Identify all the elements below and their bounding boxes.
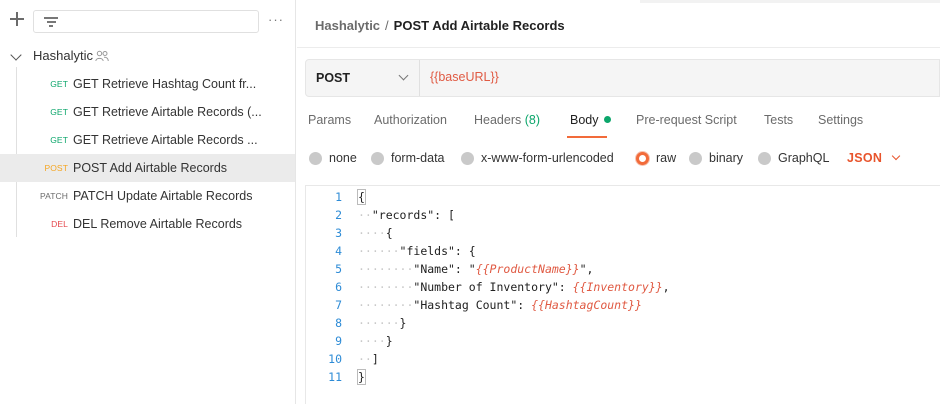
line-number: 7 <box>335 298 342 312</box>
method-badge: GET <box>50 79 68 89</box>
request-name: PATCH Update Airtable Records <box>73 189 253 203</box>
line-number: 6 <box>335 280 342 294</box>
radio-label: binary <box>709 151 744 165</box>
line-number: 1 <box>335 190 342 204</box>
page-title[interactable]: POST Add Airtable Records <box>394 18 565 33</box>
line-number: 2 <box>335 208 342 222</box>
radio-icon[interactable] <box>758 152 771 165</box>
add-icon[interactable] <box>8 10 26 28</box>
breadcrumb: Hashalytic / POST Add Airtable Records <box>315 18 565 33</box>
line-number: 5 <box>335 262 342 276</box>
line-number-gutter: 1 2 3 4 5 6 7 8 9 10 11 <box>306 186 350 404</box>
radio-graphql[interactable]: GraphQL <box>758 151 830 165</box>
more-options-icon[interactable]: ··· <box>268 13 284 26</box>
method-badge: GET <box>50 135 68 145</box>
radio-label: raw <box>656 151 677 165</box>
line-number: 4 <box>335 244 342 258</box>
modified-dot-icon <box>603 116 611 123</box>
team-icon <box>95 50 109 62</box>
tab-headers-label: Headers <box>474 113 522 127</box>
sidebar-request-item[interactable]: GET GET Retrieve Airtable Records ... <box>0 126 295 154</box>
code-editor[interactable]: 1 2 3 4 5 6 7 8 9 10 11 { ··"records": [ ····{ ······… <box>305 185 940 404</box>
code-line[interactable]: } <box>357 369 366 385</box>
radio-label: none <box>329 151 357 165</box>
radio-icon[interactable] <box>461 152 474 165</box>
radio-selected-icon[interactable] <box>636 152 649 165</box>
radio-icon[interactable] <box>689 152 702 165</box>
code-line[interactable]: ····} <box>358 334 393 348</box>
request-name: GET Retrieve Airtable Records (... <box>73 105 262 119</box>
code-line[interactable]: ········"Hashtag Count": {{HashtagCount}… <box>358 298 642 312</box>
tab-strip <box>640 0 940 3</box>
request-tabs: Params Authorization Headers (8) Body Pr… <box>297 113 940 133</box>
body-type-options: none form-data x-www-form-urlencoded raw… <box>297 149 940 169</box>
collection-header[interactable]: Hashalytic <box>0 45 295 67</box>
collection-name: Hashalytic <box>33 48 93 63</box>
tab-headers[interactable]: Headers (8) <box>474 113 540 127</box>
chevron-down-icon[interactable] <box>10 49 22 61</box>
sidebar: ··· Hashalytic GET GET Retrieve Hashtag … <box>0 0 296 404</box>
method-badge: PATCH <box>39 191 68 201</box>
tab-params[interactable]: Params <box>308 113 351 127</box>
method-badge: POST <box>44 163 68 173</box>
method-select[interactable]: POST <box>306 60 420 96</box>
request-name: GET Retrieve Hashtag Count fr... <box>73 77 257 91</box>
request-editor: Hashalytic / POST Add Airtable Records POS… <box>297 0 940 404</box>
code-line[interactable]: ····{ <box>358 226 393 240</box>
sidebar-request-item-active[interactable]: POST POST Add Airtable Records <box>0 154 295 182</box>
radio-none[interactable]: none <box>309 151 357 165</box>
headers-count: (8) <box>524 113 541 127</box>
sidebar-toolbar: ··· <box>0 0 295 40</box>
tab-settings[interactable]: Settings <box>818 113 863 127</box>
tab-body-label: Body <box>570 113 599 127</box>
method-badge: GET <box>50 107 68 117</box>
tab-tests[interactable]: Tests <box>764 113 793 127</box>
code-line[interactable]: ······} <box>358 316 406 330</box>
code-line[interactable]: ········"Number of Inventory": {{Invento… <box>358 280 670 294</box>
code-line[interactable]: ········"Name": "{{ProductName}}", <box>358 262 593 276</box>
chevron-down-icon <box>398 70 409 81</box>
filter-input[interactable] <box>33 10 259 33</box>
url-input[interactable]: {{baseURL}} <box>430 70 499 84</box>
radio-raw[interactable]: raw <box>636 151 677 165</box>
tab-authorization[interactable]: Authorization <box>374 113 447 127</box>
radio-label: GraphQL <box>778 151 830 165</box>
line-number: 8 <box>335 316 342 330</box>
tab-pre-request-script[interactable]: Pre-request Script <box>636 113 737 127</box>
code-line[interactable]: ······"fields": { <box>358 244 476 258</box>
chevron-down-icon[interactable] <box>891 151 901 161</box>
line-number: 11 <box>328 370 342 384</box>
radio-icon[interactable] <box>371 152 384 165</box>
request-name: DEL Remove Airtable Records <box>73 217 243 231</box>
body-format-select[interactable]: JSON <box>847 151 882 165</box>
method-badge: DEL <box>51 219 68 229</box>
request-name: POST Add Airtable Records <box>73 161 228 175</box>
divider <box>297 47 940 48</box>
code-line[interactable]: ··"records": [ <box>358 208 455 222</box>
line-number: 10 <box>328 352 342 366</box>
tab-body[interactable]: Body <box>570 113 611 127</box>
sidebar-request-item[interactable]: GET GET Retrieve Hashtag Count fr... <box>0 70 295 98</box>
breadcrumb-collection[interactable]: Hashalytic <box>315 18 380 33</box>
method-select-value: POST <box>316 71 351 85</box>
radio-x-www-form-urlencoded[interactable]: x-www-form-urlencoded <box>461 151 614 165</box>
code-line[interactable]: ··] <box>358 352 379 366</box>
code-line[interactable]: { <box>357 189 366 205</box>
sidebar-request-item[interactable]: DEL DEL Remove Airtable Records <box>0 210 295 238</box>
radio-label: x-www-form-urlencoded <box>481 151 614 165</box>
radio-icon[interactable] <box>309 152 322 165</box>
active-tab-indicator <box>567 136 607 138</box>
line-number: 9 <box>335 334 342 348</box>
radio-binary[interactable]: binary <box>689 151 744 165</box>
sidebar-request-item[interactable]: PATCH PATCH Update Airtable Records <box>0 182 295 210</box>
url-bar: POST {{baseURL}} <box>305 59 940 97</box>
line-number: 3 <box>335 226 342 240</box>
radio-form-data[interactable]: form-data <box>371 151 445 165</box>
request-name: GET Retrieve Airtable Records ... <box>73 133 258 147</box>
radio-label: form-data <box>391 151 445 165</box>
filter-icon <box>44 16 58 28</box>
sidebar-request-item[interactable]: GET GET Retrieve Airtable Records (... <box>0 98 295 126</box>
breadcrumb-separator: / <box>385 18 389 33</box>
